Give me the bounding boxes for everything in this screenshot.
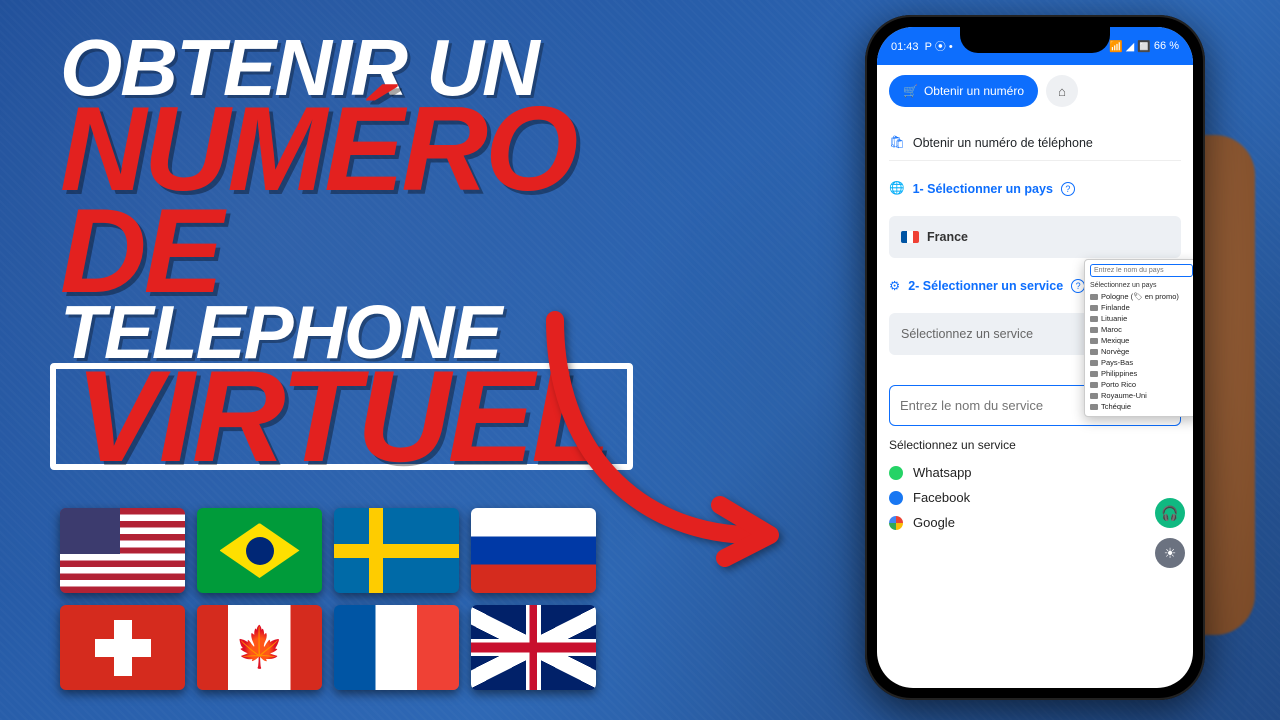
arrow-icon [535, 300, 795, 575]
whatsapp-icon [889, 466, 903, 480]
flag-icon [1090, 371, 1098, 377]
theme-fab[interactable]: ☀ [1155, 538, 1185, 568]
flag-icon [1090, 338, 1098, 344]
globe-icon: 🌐 [889, 181, 905, 196]
service-label: Facebook [913, 490, 970, 505]
flag-grid [60, 508, 596, 690]
flag-icon [1090, 404, 1098, 410]
gear-icon: ⚙ [889, 278, 900, 293]
home-icon: ⌂ [1058, 84, 1066, 99]
support-fab[interactable]: 🎧 [1155, 498, 1185, 528]
service-item-google[interactable]: Google [889, 510, 1181, 535]
country-option-label: Tchéquie [1101, 402, 1131, 411]
flag-icon [1090, 316, 1098, 322]
flag-icon [1090, 360, 1098, 366]
page-title: Obtenir un numéro de téléphone [913, 136, 1093, 150]
flag-br [197, 508, 322, 593]
country-option-label: Philippines [1101, 369, 1137, 378]
selected-country: France [927, 230, 968, 244]
facebook-icon [889, 491, 903, 505]
flag-fr [334, 605, 459, 690]
phone-frame: 01:43 P ⦿ • 📶 ◢ 🔲 66 % 🛒 Obtenir un numé… [865, 15, 1205, 700]
step1-row: 🌐 1- Sélectionner un pays ? [889, 171, 1181, 206]
country-option-label: Lituanie [1101, 314, 1127, 323]
country-selector[interactable]: France [889, 216, 1181, 258]
step1-label: 1- Sélectionner un pays [913, 182, 1053, 196]
flag-icon [1090, 393, 1098, 399]
status-time: 01:43 P ⦿ • [891, 38, 953, 54]
service-label: Whatsapp [913, 465, 972, 480]
phone-screen: 01:43 P ⦿ • 📶 ◢ 🔲 66 % 🛒 Obtenir un numé… [877, 27, 1193, 688]
flag-us [60, 508, 185, 593]
country-option[interactable]: Pologne (🏷 en promo) [1090, 291, 1193, 302]
battery-icon: 🔲 [1137, 40, 1151, 53]
google-icon [889, 516, 903, 530]
country-option-label: Maroc [1101, 325, 1122, 334]
service-list-title: Sélectionnez un service [889, 438, 1181, 452]
country-option[interactable]: Finlande [1090, 302, 1193, 313]
country-option-label: Finlande [1101, 303, 1130, 312]
country-option[interactable]: Porto Rico [1090, 379, 1193, 390]
step2-label: 2- Sélectionner un service [908, 279, 1063, 293]
signal-icon: ◢ [1126, 40, 1134, 53]
service-item-whatsapp[interactable]: Whatsapp [889, 460, 1181, 485]
headset-icon: 🎧 [1161, 505, 1178, 522]
help-icon[interactable]: ? [1061, 182, 1075, 196]
flag-icon [1090, 305, 1098, 311]
flag-icon [1090, 327, 1098, 333]
flag-gb [471, 605, 596, 690]
flag-ch [60, 605, 185, 690]
phone-notch [960, 27, 1110, 53]
country-option[interactable]: Mexique [1090, 335, 1193, 346]
status-right: 📶 ◢ 🔲 66 % [1109, 40, 1179, 53]
country-dropdown[interactable]: Sélectionnez un pays Pologne (🏷 en promo… [1084, 259, 1193, 417]
country-option[interactable]: Maroc [1090, 324, 1193, 335]
france-flag-icon [901, 231, 919, 243]
cart-icon: 🛍 [889, 135, 905, 150]
dropdown-title: Sélectionnez un pays [1090, 282, 1193, 289]
service-label: Google [913, 515, 955, 530]
page-title-row: 🛍 Obtenir un numéro de téléphone [889, 125, 1181, 161]
obtain-number-button[interactable]: 🛒 Obtenir un numéro [889, 75, 1038, 107]
cart-icon: 🛒 [903, 84, 918, 98]
flag-icon [1090, 382, 1098, 388]
headline-line2: NUMÉRO DE [60, 98, 680, 302]
home-button[interactable]: ⌂ [1046, 75, 1078, 107]
battery-text: 66 % [1154, 40, 1179, 52]
flag-icon [1090, 294, 1098, 300]
wifi-icon: 📶 [1109, 40, 1123, 53]
service-item-facebook[interactable]: Facebook [889, 485, 1181, 510]
country-option[interactable]: Pays-Bas [1090, 357, 1193, 368]
country-search-input[interactable] [1090, 264, 1193, 277]
country-option-label: Royaume-Uni [1101, 391, 1147, 400]
country-option-label: Pays-Bas [1101, 358, 1133, 367]
obtain-number-label: Obtenir un numéro [924, 84, 1024, 98]
country-option-label: Mexique [1101, 336, 1129, 345]
country-option[interactable]: Tchéquie [1090, 401, 1193, 412]
country-option[interactable]: Norvège [1090, 346, 1193, 357]
sun-icon: ☀ [1164, 545, 1177, 562]
country-option-label: Norvège [1101, 347, 1129, 356]
country-option[interactable]: Philippines [1090, 368, 1193, 379]
flag-se [334, 508, 459, 593]
service-placeholder: Sélectionnez un service [901, 327, 1033, 341]
country-option[interactable]: Royaume-Uni [1090, 390, 1193, 401]
country-option-label: Pologne (🏷 en promo) [1101, 292, 1179, 301]
country-option[interactable]: Lituanie [1090, 313, 1193, 324]
flag-icon [1090, 349, 1098, 355]
flag-ca [197, 605, 322, 690]
country-option-label: Porto Rico [1101, 380, 1136, 389]
